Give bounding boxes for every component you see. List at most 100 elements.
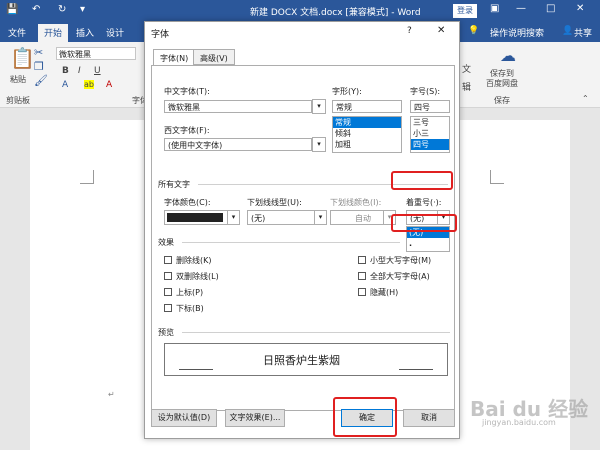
preview-baseline	[399, 369, 433, 370]
share-button[interactable]: 共享	[574, 26, 592, 39]
font-dialog: 字体 ? ✕ 字体(N) 高级(V) 中文字体(T): 微软雅黑 ▾ 字形(Y)…	[144, 21, 460, 439]
superscript-checkbox[interactable]: 上标(P)	[164, 287, 203, 298]
all-caps-checkbox[interactable]: 全部大写字母(A)	[358, 271, 430, 282]
collapse-ribbon-icon[interactable]: ⌃	[582, 94, 589, 103]
font-style-field[interactable]: 常规	[332, 100, 402, 113]
effects-section-label: 效果	[158, 238, 174, 247]
preview-box: 日照香炉生紫烟	[164, 343, 448, 376]
watermark-url: jingyan.baidu.com	[482, 418, 556, 427]
western-font-field[interactable]: (使用中文字体)	[164, 138, 312, 151]
font-tab-panel: 中文字体(T): 微软雅黑 ▾ 字形(Y): 常规 常规 倾斜 加粗 字号(S)…	[151, 65, 455, 411]
font-style-list[interactable]: 常规 倾斜 加粗	[332, 116, 402, 153]
list-item[interactable]: 常规	[333, 117, 401, 128]
redo-icon[interactable]: ↻	[58, 4, 66, 15]
list-item[interactable]: .	[407, 238, 449, 249]
document-title: 新建 DOCX 文档.docx [兼容模式] - Word	[250, 8, 421, 18]
underline-color-dropdown[interactable]: 自动 ▾	[330, 210, 396, 225]
highlight-button[interactable]: ab	[84, 80, 94, 89]
underline-style-value: (无)	[251, 214, 266, 223]
list-item[interactable]: 三号	[411, 117, 449, 128]
list-item[interactable]: 四号	[411, 139, 449, 150]
tell-me-search[interactable]: 操作说明搜索	[490, 26, 544, 39]
font-color-label: 字体颜色(C):	[164, 198, 211, 207]
crop-mark	[490, 170, 504, 184]
font-size-list[interactable]: 三号 小三 四号	[410, 116, 450, 153]
preview-section-label: 预览	[158, 328, 174, 337]
ribbon-font-name-field[interactable]: 微软雅黑	[56, 47, 136, 60]
tab-home[interactable]: 开始	[38, 24, 69, 42]
clipboard-group-label: 剪贴板	[6, 96, 30, 105]
format-painter-icon[interactable]: 🖌	[34, 74, 48, 87]
paragraph-mark: ↵	[108, 390, 115, 399]
double-strikethrough-checkbox[interactable]: 双删除线(L)	[164, 271, 219, 282]
save-group-label: 保存	[494, 96, 510, 105]
annotation-box-emphasis-label	[391, 171, 453, 190]
maximize-icon[interactable]: □	[546, 3, 555, 14]
cut-icon[interactable]: ✂	[34, 46, 43, 59]
close-icon[interactable]: ✕	[437, 25, 445, 36]
tab-design[interactable]: 设计	[106, 26, 124, 39]
undo-icon[interactable]: ↶	[32, 4, 40, 15]
tab-font[interactable]: 字体(N)	[153, 49, 196, 66]
chinese-font-dropdown[interactable]: ▾	[312, 99, 326, 114]
emphasis-mark-label: 着重号(·):	[406, 198, 442, 207]
font-size-field[interactable]: 四号	[410, 100, 450, 113]
chinese-font-label: 中文字体(T):	[164, 87, 210, 96]
section-divider	[182, 332, 450, 333]
customize-toolbar-icon[interactable]: ▾	[80, 4, 85, 15]
underline-style-dropdown[interactable]: (无) ▾	[247, 210, 327, 225]
share-icon[interactable]: 👤	[562, 26, 573, 36]
chinese-font-field[interactable]: 微软雅黑	[164, 100, 312, 113]
tab-advanced[interactable]: 高级(V)	[193, 49, 235, 65]
list-item[interactable]: 加粗	[333, 139, 401, 150]
strikethrough-checkbox[interactable]: 删除线(K)	[164, 255, 212, 266]
cancel-button[interactable]: 取消	[403, 409, 455, 427]
dialog-title: 字体	[151, 30, 170, 40]
annotation-box-ok-button	[333, 397, 397, 437]
preview-baseline	[179, 369, 213, 370]
text-effects-button[interactable]: 文字效果(E)...	[225, 409, 285, 427]
underline-color-value: 自动	[355, 214, 371, 223]
western-font-label: 西文字体(F):	[164, 126, 210, 135]
save-icon[interactable]: 💾	[6, 4, 18, 15]
all-text-section-label: 所有文字	[158, 180, 190, 189]
set-default-button[interactable]: 设为默认值(D)	[151, 409, 217, 427]
font-color-dropdown[interactable]: ▾	[164, 210, 240, 225]
lightbulb-icon: 💡	[468, 26, 480, 36]
minimize-icon[interactable]: —	[516, 3, 526, 14]
font-size-label: 字号(S):	[410, 87, 441, 96]
save-to-baidu-line2[interactable]: 百度网盘	[486, 78, 518, 89]
font-color-button[interactable]: A	[106, 80, 112, 90]
help-icon[interactable]: ?	[407, 26, 412, 36]
partial-ribbon-label-2: 辑	[462, 83, 472, 93]
list-item[interactable]: 小三	[411, 128, 449, 139]
font-color-swatch	[167, 213, 223, 222]
bold-button[interactable]: B	[62, 66, 69, 76]
preview-text: 日照香炉生紫烟	[263, 354, 340, 367]
title-bar: 💾 ↶ ↻ ▾ 新建 DOCX 文档.docx [兼容模式] - Word 登录…	[0, 0, 600, 22]
small-caps-checkbox[interactable]: 小型大写字母(M)	[358, 255, 431, 266]
underline-style-label: 下划线线型(U):	[247, 198, 302, 207]
paste-button[interactable]: 粘贴	[10, 74, 26, 85]
western-font-dropdown[interactable]: ▾	[312, 137, 326, 152]
list-item[interactable]: 倾斜	[333, 128, 401, 139]
annotation-box-emphasis-option	[391, 214, 457, 232]
underline-button[interactable]: U	[94, 66, 101, 76]
login-button[interactable]: 登录	[453, 4, 477, 18]
tab-insert[interactable]: 插入	[76, 26, 94, 39]
font-style-label: 字形(Y):	[332, 87, 362, 96]
italic-button[interactable]: I	[78, 66, 81, 76]
partial-ribbon-label: 文	[462, 65, 472, 75]
text-effects-button[interactable]: A	[62, 80, 68, 90]
cloud-save-icon[interactable]: ☁	[500, 46, 516, 65]
underline-color-label: 下划线颜色(I):	[330, 198, 382, 207]
close-window-icon[interactable]: ✕	[576, 3, 584, 14]
hidden-checkbox[interactable]: 隐藏(H)	[358, 287, 398, 298]
section-divider	[182, 242, 400, 243]
paste-icon[interactable]: 📋	[10, 46, 35, 70]
crop-mark	[80, 170, 94, 184]
tab-file[interactable]: 文件	[8, 26, 26, 39]
subscript-checkbox[interactable]: 下标(B)	[164, 303, 204, 314]
ribbon-display-icon[interactable]: ▣	[490, 3, 499, 14]
copy-icon[interactable]: ❐	[34, 60, 44, 73]
